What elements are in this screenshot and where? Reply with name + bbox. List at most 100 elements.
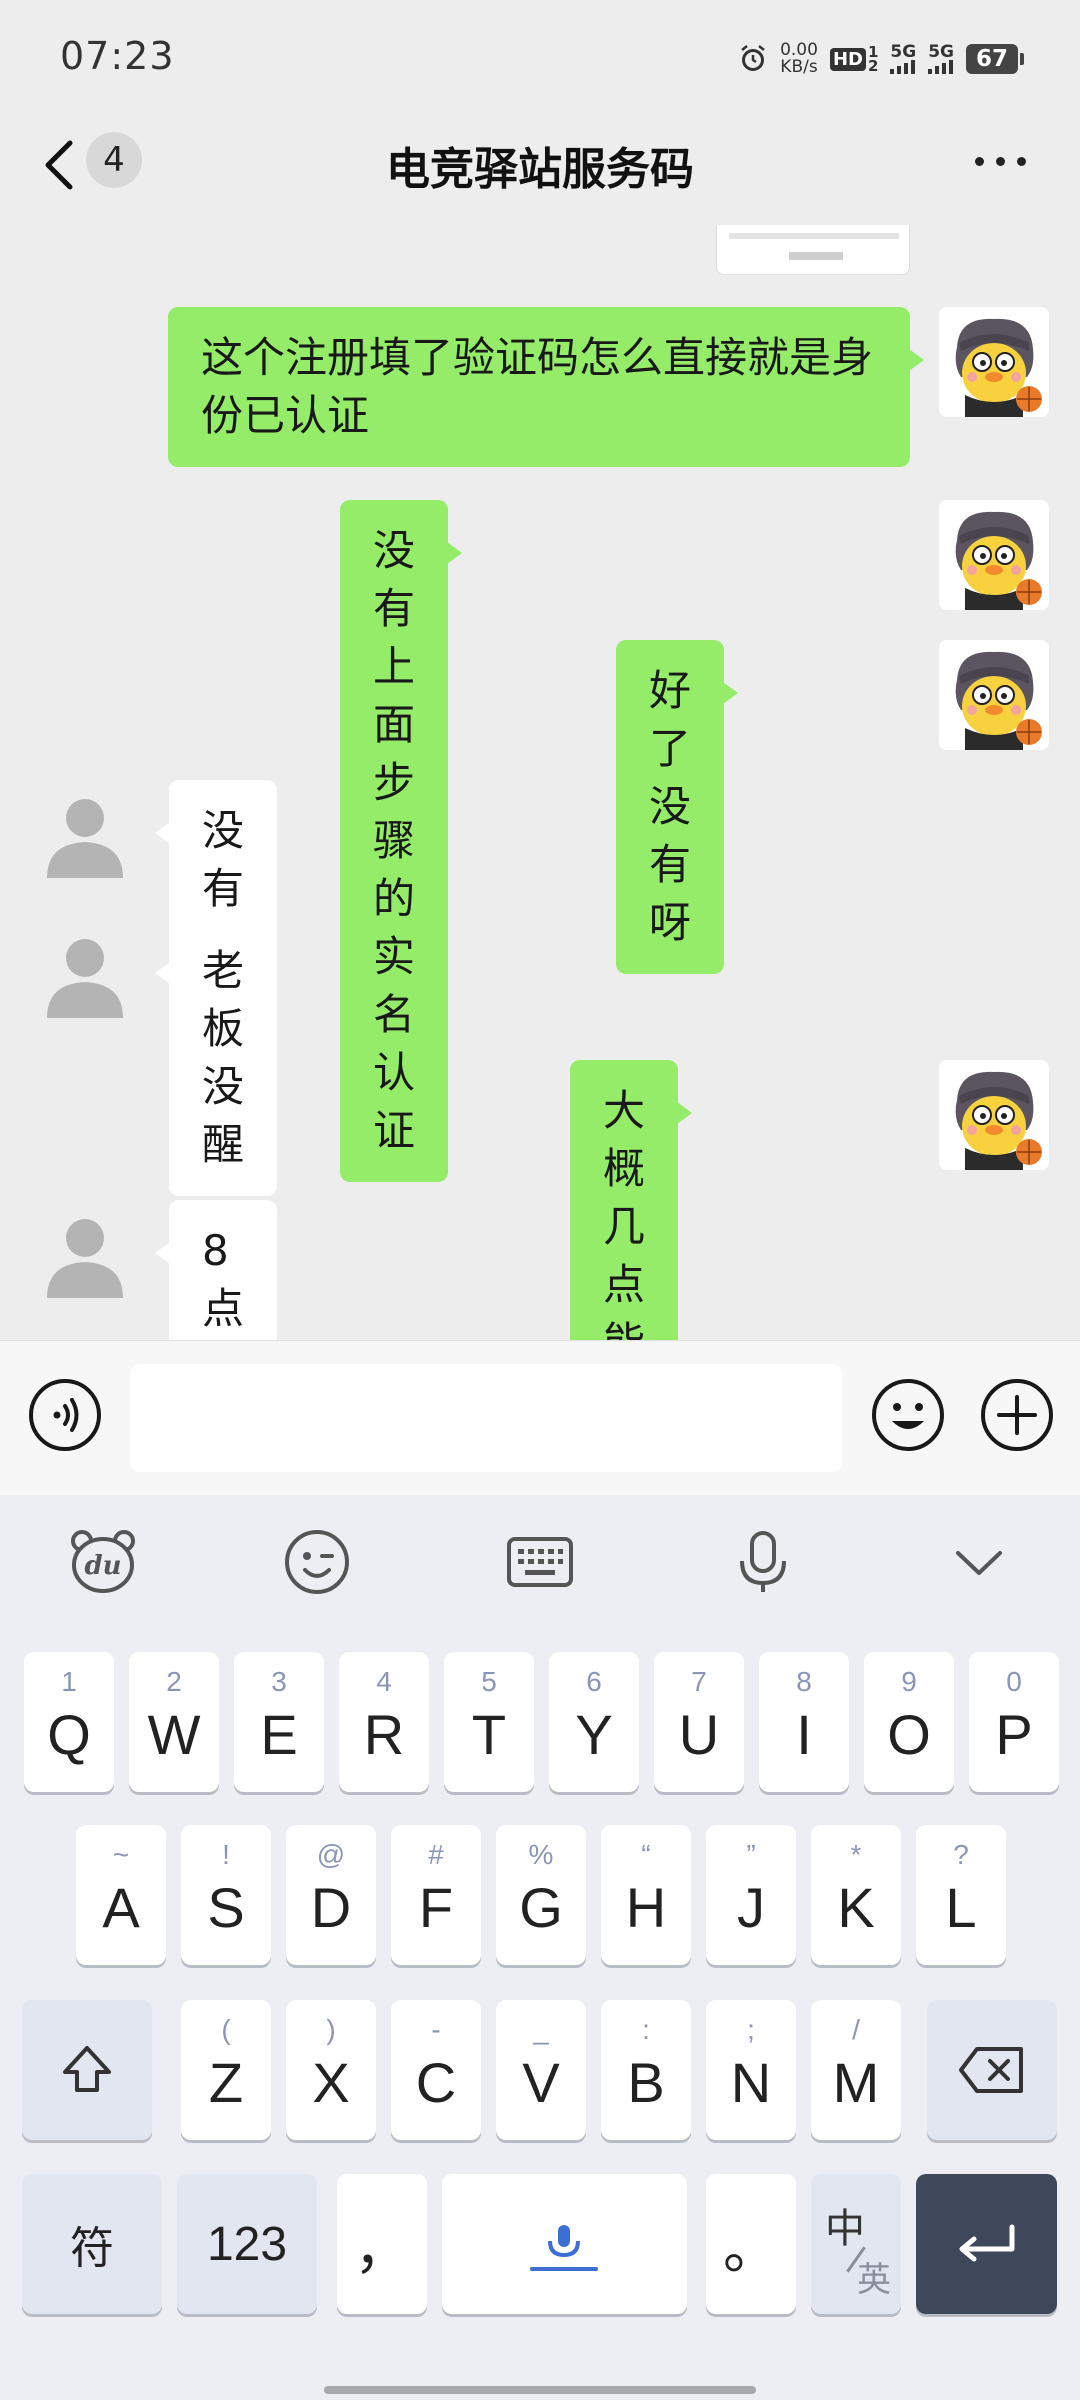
key-i[interactable]: 8I [759, 1652, 849, 1792]
symbols-key[interactable]: 符 [22, 2174, 162, 2314]
key-sub-label: 0 [1006, 1666, 1022, 1697]
contact-avatar[interactable] [30, 920, 140, 1030]
key-v[interactable]: _ V [496, 2000, 586, 2140]
key-f[interactable]: # F [391, 1825, 481, 1965]
key-n[interactable]: ; N [706, 2000, 796, 2140]
message-bubble[interactable]: 老板没醒 [154, 920, 278, 1196]
keyboard-toolbar: du [0, 1495, 1080, 1635]
key-sub-label: @ [316, 1839, 346, 1870]
key-z[interactable]: (Z [181, 2000, 271, 2140]
key-label: W [147, 1703, 201, 1766]
my-avatar[interactable] [939, 307, 1049, 417]
keyboard-switch-button[interactable] [505, 1527, 575, 1601]
key-sub-label: 8 [796, 1666, 812, 1697]
keyboard: 1Q 2W 3E 4R 5T 6Y 7U 8I 9O 0P ~ A ! S @ D #… [0, 1635, 1080, 2400]
message-bubble[interactable]: 8 点左右吧 [155, 1200, 277, 1340]
hide-keyboard-button[interactable] [944, 1527, 1014, 1601]
key-sub-label: ? [953, 1839, 969, 1870]
my-avatar[interactable] [939, 1060, 1049, 1170]
signal-sim2: 5G [928, 44, 954, 74]
message-bubble[interactable]: 没有上面步骤的实名认证 [340, 500, 463, 1182]
key-d[interactable]: @ D [286, 1825, 376, 1965]
key-q[interactable]: 1Q [24, 1652, 114, 1792]
hd-badge: HD [829, 47, 866, 71]
more-button[interactable] [975, 157, 1026, 166]
key-j[interactable]: ” J [706, 1825, 796, 1965]
key-label: Q [47, 1703, 91, 1766]
period-key[interactable]: 。 [706, 2174, 796, 2314]
key-t[interactable]: 5T [444, 1652, 534, 1792]
key-label: M [832, 2051, 880, 2114]
message-list[interactable]: 这个注册填了验证码怎么直接就是身份已认证 没有上面步骤的实名认证 好了没有呀 没… [0, 225, 1080, 1340]
backspace-icon [959, 2047, 1023, 2093]
key-x[interactable]: ) X [286, 2000, 376, 2140]
numbers-key[interactable]: 123 [177, 2174, 317, 2314]
space-key[interactable] [442, 2174, 687, 2314]
contact-avatar[interactable] [30, 1200, 140, 1310]
plus-circle-icon [981, 1379, 1053, 1451]
key-e[interactable]: 3E [234, 1652, 324, 1792]
chevron-down-icon [956, 1551, 1002, 1575]
voice-input-button[interactable] [728, 1527, 798, 1601]
enter-icon [959, 2224, 1015, 2262]
key-w[interactable]: 2W [129, 1652, 219, 1792]
key-k[interactable]: * K [811, 1825, 901, 1965]
message-input-bar [0, 1340, 1080, 1495]
more-horizontal-icon [975, 157, 984, 166]
keyboard-emoji-button[interactable] [282, 1527, 352, 1601]
keyboard-logo-text: du [84, 1551, 121, 1581]
message-bubble[interactable]: 这个注册填了验证码怎么直接就是身份已认证 [168, 307, 924, 467]
shift-key[interactable] [22, 2000, 152, 2140]
language-switch-key[interactable]: 中 英 [811, 2174, 901, 2314]
home-indicator[interactable] [324, 2386, 756, 2394]
emoji-button[interactable] [870, 1377, 946, 1457]
message-bubble[interactable]: 大概几点能醒 [570, 1060, 693, 1340]
more-functions-button[interactable] [979, 1377, 1055, 1457]
key-label: J [737, 1876, 765, 1939]
key-sub-label: * [850, 1839, 862, 1870]
enter-key[interactable] [916, 2174, 1057, 2314]
voice-icon [29, 1379, 101, 1451]
key-label: S [207, 1876, 245, 1939]
alarm-icon [741, 45, 765, 71]
my-avatar[interactable] [939, 640, 1049, 750]
key-label: ， [354, 2216, 410, 2280]
key-label: D [310, 1876, 352, 1939]
keyboard-logo-button[interactable]: du [68, 1527, 138, 1601]
key-sub-label: 4 [376, 1666, 392, 1697]
key-label: 符 [70, 2224, 114, 2273]
key-r[interactable]: 4R [339, 1652, 429, 1792]
key-h[interactable]: “H [601, 1825, 691, 1965]
key-m[interactable]: / M [811, 2000, 901, 2140]
emoji-wink-icon [285, 1530, 349, 1594]
key-s[interactable]: ! S [181, 1825, 271, 1965]
key-a[interactable]: ~ A [76, 1825, 166, 1965]
signal-sim1: 5G [890, 44, 916, 74]
key-g[interactable]: % G [496, 1825, 586, 1965]
key-label: X [312, 2051, 350, 2114]
backspace-key[interactable] [927, 2000, 1057, 2140]
key-sub-label: ~ [112, 1839, 130, 1870]
key-sub-label: 3 [271, 1666, 287, 1697]
previous-image-message[interactable] [716, 225, 910, 275]
key-label: 123 [206, 2217, 288, 2271]
comma-key[interactable]: ， [337, 2174, 427, 2314]
chat-title: 电竞驿站服务码 [386, 144, 694, 195]
my-avatar[interactable] [939, 500, 1049, 610]
message-bubble[interactable]: 没有 [154, 780, 278, 940]
key-l[interactable]: ? L [916, 1825, 1006, 1965]
key-label: V [522, 2051, 560, 2114]
message-input[interactable] [130, 1364, 842, 1472]
key-c[interactable]: -C [391, 2000, 481, 2140]
message-bubble[interactable]: 好了没有呀 [616, 640, 739, 974]
key-y[interactable]: 6Y [549, 1652, 639, 1792]
key-o[interactable]: 9O [864, 1652, 954, 1792]
key-b[interactable]: :B [601, 2000, 691, 2140]
key-u[interactable]: 7U [654, 1652, 744, 1792]
status-icons: 0.00 KB/s HD 1 2 5G 5G 67 [738, 36, 1025, 82]
contact-avatar[interactable] [30, 780, 140, 890]
emoji-icon [872, 1379, 944, 1451]
network-speed-unit: KB/s [780, 57, 818, 77]
key-p[interactable]: 0P [969, 1652, 1059, 1792]
voice-button[interactable] [27, 1377, 103, 1457]
